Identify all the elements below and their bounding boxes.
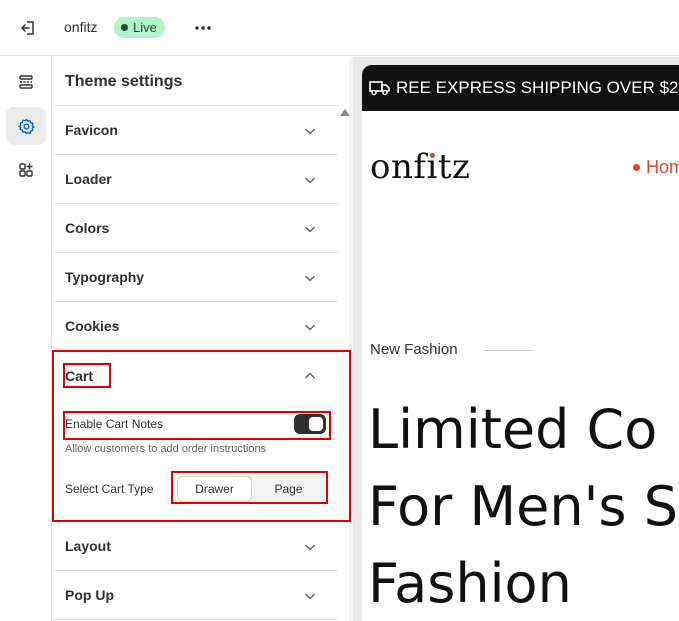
section-label: Pop Up <box>65 587 114 603</box>
announcement-text: REE EXPRESS SHIPPING OVER $2 <box>396 78 679 97</box>
divider <box>484 350 534 351</box>
more-actions-icon[interactable] <box>190 15 216 41</box>
section-favicon[interactable]: Favicon <box>53 106 338 155</box>
preview-area: REE EXPRESS SHIPPING OVER $2 onfitz Hom … <box>353 57 679 621</box>
chevron-down-icon <box>305 324 315 331</box>
top-bar: onfitz Live <box>0 0 679 56</box>
gear-icon[interactable] <box>6 107 46 145</box>
section-label: Typography <box>65 269 145 285</box>
chevron-down-icon <box>305 275 315 282</box>
hero-line: For Men's S <box>368 475 678 538</box>
section-label[interactable]: Cart <box>65 368 93 384</box>
store-name[interactable]: onfitz <box>64 19 97 35</box>
chevron-up-icon[interactable] <box>303 369 317 383</box>
announcement-bar: REE EXPRESS SHIPPING OVER $2 <box>362 65 679 111</box>
hero-eyebrow: New Fashion <box>370 341 458 358</box>
live-dot-icon <box>121 24 128 31</box>
apps-icon[interactable] <box>6 151 46 189</box>
chevron-down-icon <box>305 128 315 135</box>
section-typography[interactable]: Typography <box>53 253 338 302</box>
section-label: Layout <box>65 538 111 554</box>
status-badge: Live <box>114 17 165 38</box>
hero-line: Limited Co <box>368 398 658 461</box>
section-cart: Cart Enable Cart Notes Allow customers t… <box>52 350 351 522</box>
section-pop-up[interactable]: Pop Up <box>53 571 338 620</box>
nav-home-link[interactable]: Hom <box>633 157 679 178</box>
cart-type-label: Select Cart Type <box>65 482 154 496</box>
section-label: Cookies <box>65 318 120 334</box>
status-badge-label: Live <box>133 20 157 35</box>
section-loader[interactable]: Loader <box>53 155 338 204</box>
store-logo[interactable]: onfitz <box>370 147 470 187</box>
enable-cart-notes-label: Enable Cart Notes <box>65 417 164 431</box>
cart-type-page-option[interactable]: Page <box>252 476 325 502</box>
enable-cart-notes-toggle[interactable] <box>294 414 326 434</box>
truck-icon <box>369 81 390 96</box>
scroll-up-arrow-icon[interactable] <box>340 109 350 116</box>
nav-home-label: Hom <box>646 157 679 177</box>
chevron-down-icon <box>305 177 315 184</box>
theme-settings-panel: Theme settings Favicon Loader Colors Typ… <box>52 57 353 621</box>
enable-cart-notes-help: Allow customers to add order instruction… <box>65 443 267 455</box>
cart-type-drawer-option[interactable]: Drawer <box>177 476 252 502</box>
section-label: Loader <box>65 171 112 187</box>
panel-title: Theme settings <box>65 73 183 90</box>
storefront-preview[interactable]: REE EXPRESS SHIPPING OVER $2 onfitz Hom … <box>362 65 679 621</box>
toggle-knob <box>309 417 323 431</box>
chevron-down-icon <box>305 544 315 551</box>
sidebar-rail <box>0 57 52 621</box>
hero-line: Fashion <box>368 552 572 615</box>
logo-accent-dot <box>430 153 435 158</box>
sections-icon[interactable] <box>6 63 46 101</box>
cart-type-segmented-control: Drawer Page <box>177 476 325 502</box>
section-layout[interactable]: Layout <box>53 522 338 571</box>
hero-heading: Limited Co For Men's S Fashion <box>368 391 678 621</box>
exit-icon[interactable] <box>14 14 42 42</box>
section-label: Colors <box>65 220 110 236</box>
nav-active-dot <box>633 164 640 171</box>
section-cookies[interactable]: Cookies <box>53 302 338 351</box>
section-colors[interactable]: Colors <box>53 204 338 253</box>
section-label: Favicon <box>65 122 118 138</box>
chevron-down-icon <box>305 593 315 600</box>
chevron-down-icon <box>305 226 315 233</box>
